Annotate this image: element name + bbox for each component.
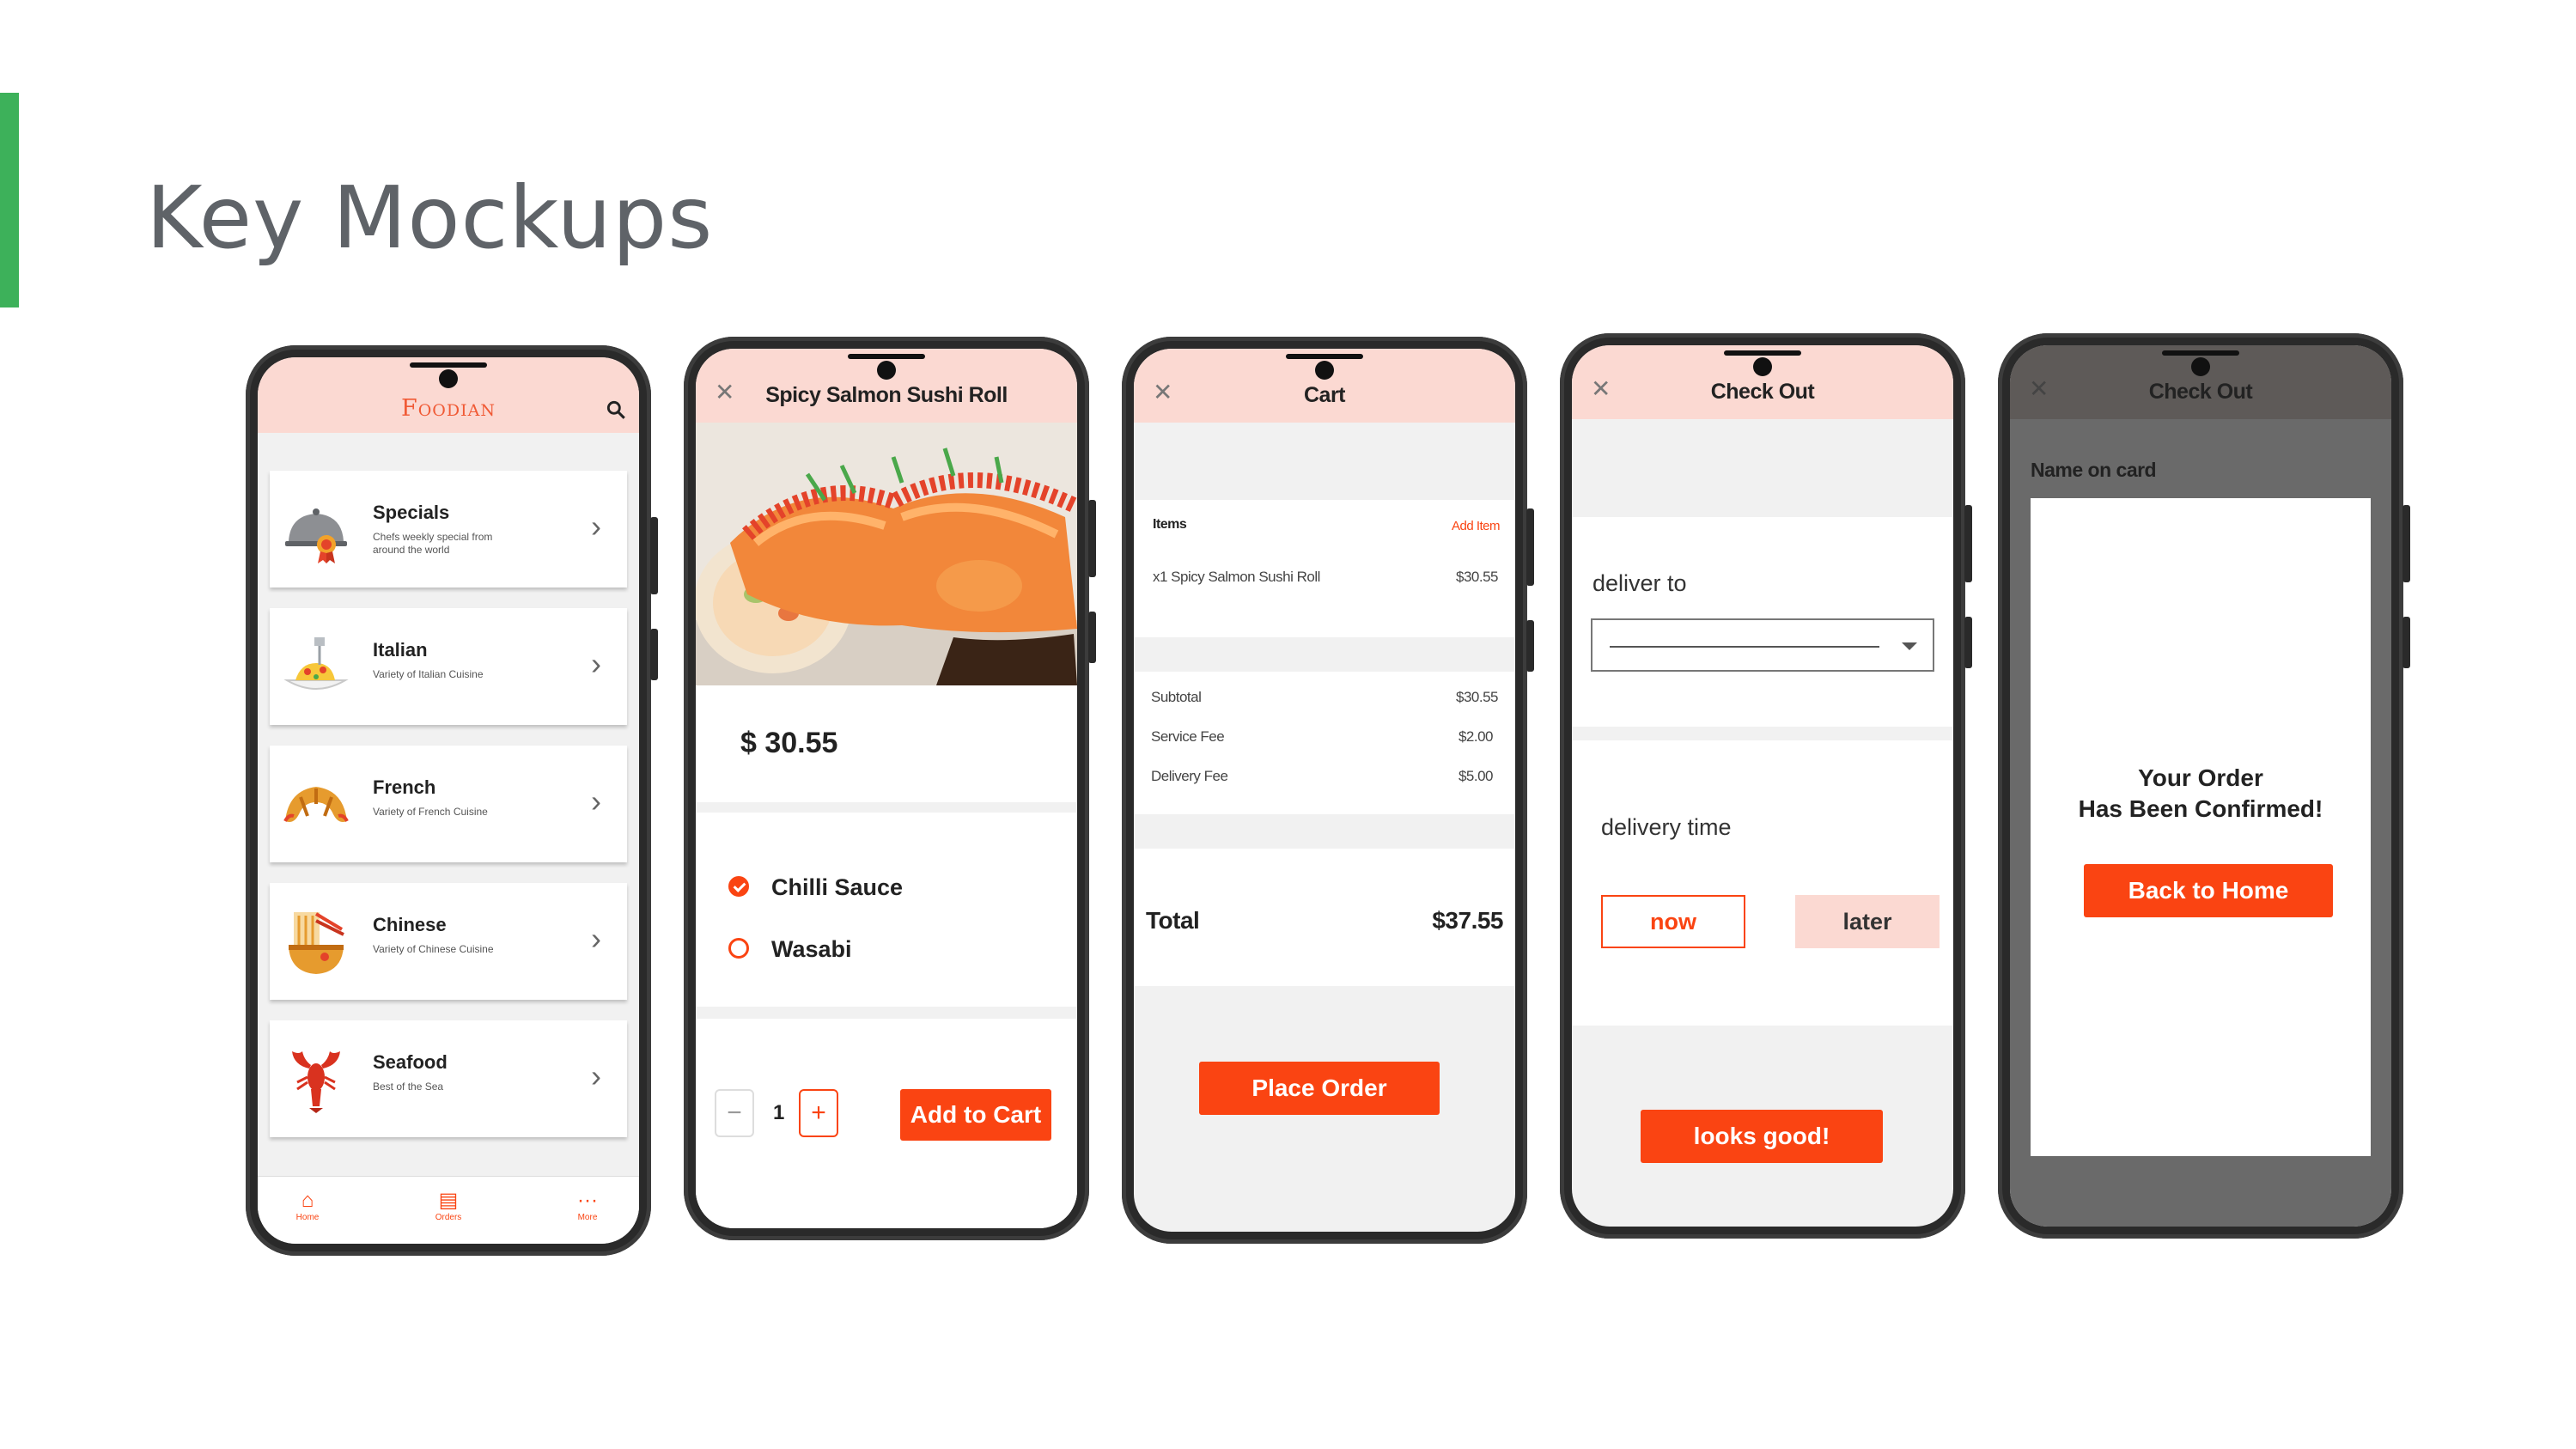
croissant-icon xyxy=(283,787,349,822)
delivery-time-section xyxy=(1572,740,1953,1026)
tab-home[interactable]: ⌂ Home xyxy=(265,1189,350,1222)
later-button[interactable]: later xyxy=(1795,895,1940,948)
accent-bar xyxy=(0,93,19,307)
brand-logo: Foodian xyxy=(401,395,496,422)
sushi-photo xyxy=(696,423,1077,685)
item-title: Spicy Salmon Sushi Roll xyxy=(765,383,1008,407)
subtotal-label: Subtotal xyxy=(1151,689,1202,705)
now-button[interactable]: now xyxy=(1601,895,1745,948)
pasta-icon xyxy=(283,637,349,690)
items-label: Items xyxy=(1153,517,1187,532)
more-icon: ··· xyxy=(577,1189,598,1212)
category-name: Specials xyxy=(373,502,450,523)
confirmation-line-2: Has Been Confirmed! xyxy=(2078,795,2323,822)
phone-home: Foodian Specials Chefs weekly special fr… xyxy=(246,345,658,1256)
phone-checkout: ✕ Check Out deliver to delivery time now… xyxy=(1560,333,1972,1239)
noodles-icon xyxy=(289,912,344,974)
option-chilli-sauce[interactable]: Chilli Sauce xyxy=(728,874,903,901)
app-bar: ✕ Check Out xyxy=(1572,345,1953,419)
radio-checked-icon[interactable] xyxy=(728,875,749,897)
front-camera xyxy=(1315,361,1334,380)
category-card-seafood[interactable]: Seafood Best of the Sea › xyxy=(270,1020,627,1137)
quantity-value: 1 xyxy=(773,1101,785,1124)
confirmed-screen: ✕ Check Out Name on card Your Order Has … xyxy=(2010,345,2391,1227)
service-fee-label: Service Fee xyxy=(1151,728,1225,745)
category-name: Italian xyxy=(373,639,428,661)
back-to-home-button[interactable]: Back to Home xyxy=(2084,864,2333,917)
item-price: $ 30.55 xyxy=(740,727,838,759)
name-on-card-label: Name on card xyxy=(2031,459,2157,481)
category-desc: Variety of French Cuisine xyxy=(373,806,488,818)
front-camera xyxy=(2191,357,2210,376)
phone-item: ✕ Spicy Salmon Sushi Roll $ 30.55 Chilli xyxy=(684,337,1096,1240)
phone-confirmed: ✕ Check Out Name on card Your Order Has … xyxy=(1998,333,2410,1239)
bottom-tab-bar: ⌂ Home ▤ Orders ··· More xyxy=(258,1176,639,1244)
place-order-button[interactable]: Place Order xyxy=(1199,1062,1440,1115)
decrement-button[interactable]: − xyxy=(715,1089,754,1137)
cart-title: Cart xyxy=(1303,383,1346,407)
home-screen: Foodian Specials Chefs weekly special fr… xyxy=(258,357,639,1244)
checkout-screen: ✕ Check Out deliver to delivery time now… xyxy=(1572,345,1953,1227)
chevron-right-icon: › xyxy=(591,783,601,819)
chevron-down-icon xyxy=(1902,642,1917,650)
front-camera xyxy=(439,369,458,388)
front-camera xyxy=(877,361,896,380)
front-camera xyxy=(1753,357,1772,376)
category-desc: Chefs weekly special from around the wor… xyxy=(373,531,493,556)
category-name: Seafood xyxy=(373,1051,448,1073)
option-wasabi[interactable]: Wasabi xyxy=(728,936,852,963)
confirmation-dialog xyxy=(2031,498,2371,1156)
category-name: Chinese xyxy=(373,914,447,935)
chevron-right-icon: › xyxy=(591,921,601,956)
app-bar: ✕ Cart xyxy=(1134,349,1515,423)
phone-cart: ✕ Cart Items Add Item x1 Spicy Salmon Su… xyxy=(1122,337,1534,1244)
home-icon: ⌂ xyxy=(301,1189,314,1212)
address-dropdown[interactable] xyxy=(1591,618,1934,672)
cart-screen: ✕ Cart Items Add Item x1 Spicy Salmon Su… xyxy=(1134,349,1515,1232)
total-label: Total xyxy=(1146,907,1200,934)
category-desc: Variety of Italian Cuisine xyxy=(373,668,484,680)
chevron-right-icon: › xyxy=(591,646,601,681)
slide-title: Key Mockups xyxy=(146,167,714,268)
category-card-chinese[interactable]: Chinese Variety of Chinese Cuisine › xyxy=(270,883,627,1000)
subtotal-value: $30.55 xyxy=(1456,689,1499,705)
lobster-icon xyxy=(292,1051,340,1113)
total-value: $37.55 xyxy=(1432,907,1503,934)
category-card-italian[interactable]: Italian Variety of Italian Cuisine › xyxy=(270,608,627,725)
options-section xyxy=(696,813,1077,1007)
service-fee-value: $2.00 xyxy=(1458,728,1494,745)
search-icon[interactable] xyxy=(605,399,627,421)
add-to-cart-button[interactable]: Add to Cart xyxy=(900,1089,1051,1141)
category-card-french[interactable]: French Variety of French Cuisine › xyxy=(270,746,627,862)
cloche-award-icon xyxy=(285,508,347,563)
app-bar: ✕ Spicy Salmon Sushi Roll xyxy=(696,349,1077,423)
confirmation-line-1: Your Order xyxy=(2138,764,2263,791)
delivery-fee-label: Delivery Fee xyxy=(1151,768,1228,784)
delivery-time-label: delivery time xyxy=(1601,814,1732,840)
increment-button[interactable]: + xyxy=(799,1089,838,1137)
chevron-right-icon: › xyxy=(591,1058,601,1093)
checkout-title: Check Out xyxy=(2148,380,2253,404)
tab-more[interactable]: ··· More xyxy=(545,1189,630,1222)
category-desc: Variety of Chinese Cuisine xyxy=(373,943,494,955)
category-desc: Best of the Sea xyxy=(373,1081,444,1093)
category-name: French xyxy=(373,776,436,798)
add-item-link[interactable]: Add Item xyxy=(1452,519,1501,533)
item-screen: ✕ Spicy Salmon Sushi Roll $ 30.55 Chilli xyxy=(696,349,1077,1228)
orders-icon: ▤ xyxy=(438,1189,459,1212)
looks-good-button[interactable]: looks good! xyxy=(1641,1110,1883,1163)
category-card-specials[interactable]: Specials Chefs weekly special from aroun… xyxy=(270,471,627,588)
tab-orders[interactable]: ▤ Orders xyxy=(405,1189,491,1222)
chevron-right-icon: › xyxy=(591,508,601,544)
line-item-name: x1 Spicy Salmon Sushi Roll xyxy=(1153,569,1320,585)
app-bar: ✕ Check Out xyxy=(2010,345,2391,419)
radio-unchecked-icon[interactable] xyxy=(728,937,749,959)
line-item-price: $30.55 xyxy=(1456,569,1499,585)
checkout-title: Check Out xyxy=(1710,380,1815,404)
delivery-fee-value: $5.00 xyxy=(1458,768,1494,784)
deliver-to-label: deliver to xyxy=(1592,570,1687,596)
